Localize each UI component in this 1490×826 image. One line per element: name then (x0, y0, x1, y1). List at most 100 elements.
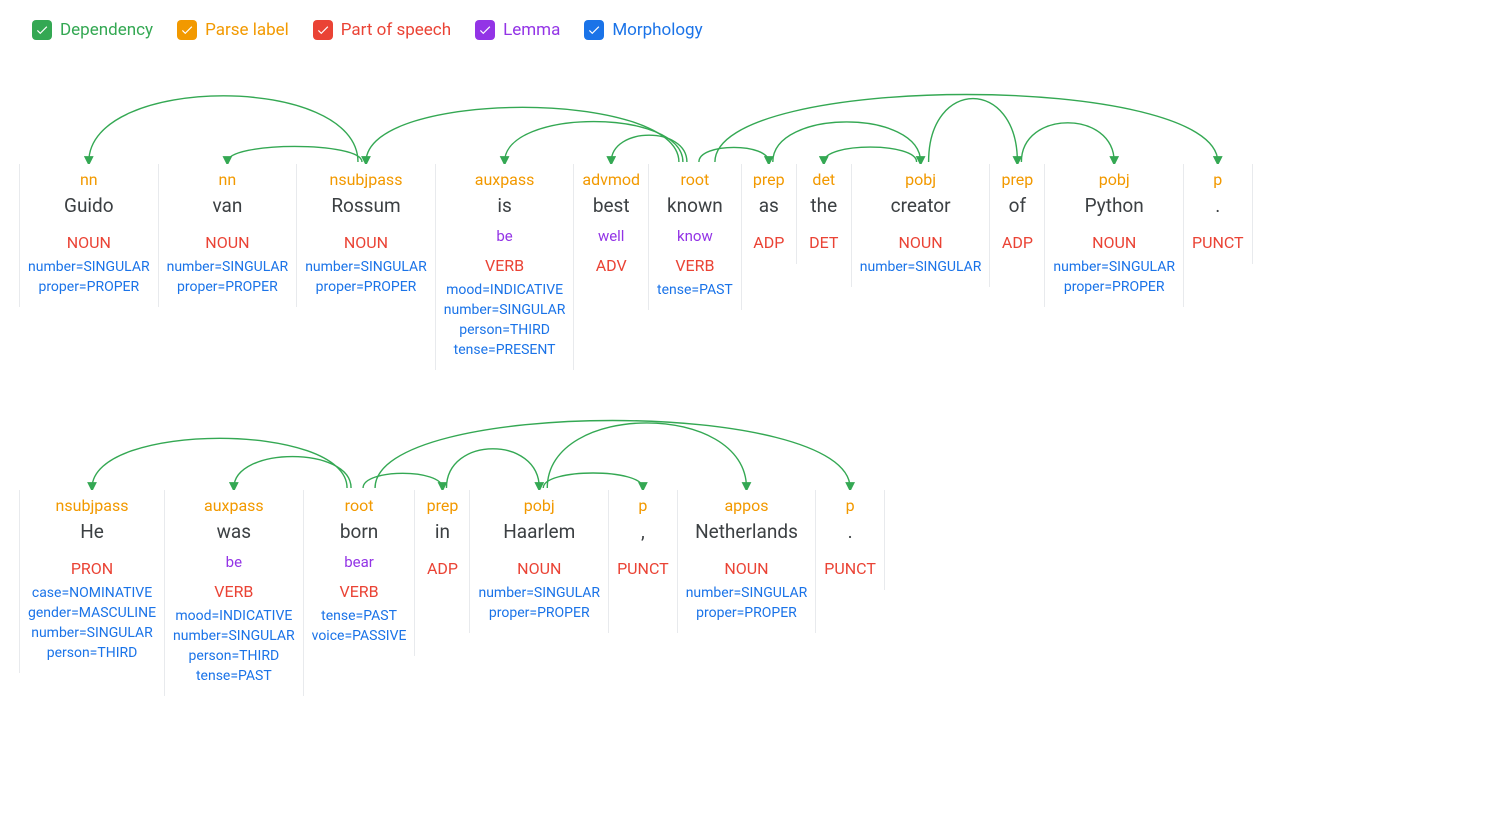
morphology-block: number=SINGULARproper=PROPER (305, 259, 427, 295)
check-icon (584, 20, 604, 40)
dependency-arc (1021, 123, 1114, 162)
part-of-speech: NOUN (205, 233, 249, 252)
token: apposNetherlandsNOUNnumber=SINGULARprope… (677, 490, 817, 633)
token-text: . (1215, 194, 1220, 219)
part-of-speech: NOUN (898, 233, 942, 252)
dependency-arc (547, 423, 746, 488)
token: prepinADP (414, 490, 470, 590)
parse-label: det (812, 170, 835, 189)
dependency-arcs (20, 390, 1470, 490)
token-text: as (759, 194, 779, 219)
morphology-feature: case=NOMINATIVE (28, 585, 156, 601)
dependency-arc (89, 96, 358, 162)
parse-label: prep (1002, 170, 1034, 189)
morphology-block: mood=INDICATIVEnumber=SINGULARperson=THI… (444, 282, 566, 358)
parse-label: pobj (1099, 170, 1130, 189)
token-text: the (810, 194, 837, 219)
morphology-feature: mood=INDICATIVE (444, 282, 566, 298)
morphology-feature: proper=PROPER (686, 605, 808, 621)
sentences-container: nnGuidoNOUNnumber=SINGULARproper=PROPERn… (20, 64, 1470, 696)
token-text: Netherlands (695, 520, 798, 545)
token: nsubjpassRossumNOUNnumber=SINGULARproper… (296, 164, 436, 307)
parse-label: nn (80, 170, 98, 189)
dependency-arc (929, 99, 1018, 162)
legend-morphology[interactable]: Morphology (584, 20, 702, 40)
morphology-feature: proper=PROPER (167, 279, 289, 295)
morphology-feature: person=THIRD (173, 648, 295, 664)
legend-lemma[interactable]: Lemma (475, 20, 560, 40)
token: rootknownknowVERBtense=PAST (648, 164, 742, 310)
token: pobjPythonNOUNnumber=SINGULARproper=PROP… (1044, 164, 1184, 307)
part-of-speech: VERB (340, 582, 379, 601)
morphology-block: number=SINGULARproper=PROPER (478, 585, 600, 621)
legend-parse-label[interactable]: Parse label (177, 20, 289, 40)
parse-label: auxpass (204, 496, 264, 515)
part-of-speech: NOUN (517, 559, 561, 578)
parse-label: pobj (524, 496, 555, 515)
lemma: well (598, 227, 625, 245)
token: pobj Haarlem NOUN number=SINGULARproper=PRO… (469, 490, 609, 633)
token-text: is (497, 194, 511, 219)
dependency-arc (366, 107, 679, 162)
check-icon (313, 20, 333, 40)
lemma: be (226, 553, 242, 571)
token: p.PUNCT (1183, 164, 1253, 264)
morphology-feature: proper=PROPER (1053, 279, 1175, 295)
part-of-speech: PRON (71, 559, 113, 578)
token-text: Haarlem (503, 520, 575, 545)
token-text: He (80, 520, 104, 545)
check-icon (177, 20, 197, 40)
morphology-block: number=SINGULARproper=PROPER (167, 259, 289, 295)
morphology-block: case=NOMINATIVEgender=MASCULINEnumber=SI… (28, 585, 156, 661)
token: prepasADP (741, 164, 797, 264)
token: auxpassisbeVERBmood=INDICATIVEnumber=SIN… (435, 164, 575, 370)
lemma: be (496, 227, 512, 245)
lemma: bear (344, 553, 374, 571)
part-of-speech: ADV (596, 256, 627, 275)
morphology-block: number=SINGULARproper=PROPER (1053, 259, 1175, 295)
token-text: born (340, 520, 378, 545)
part-of-speech: ADP (1002, 233, 1033, 252)
parse-label: p (1213, 170, 1222, 189)
token-row: nsubjpassHePRONcase=NOMINATIVEgender=MAS… (20, 490, 1470, 696)
morphology-feature: proper=PROPER (305, 279, 427, 295)
check-icon (32, 20, 52, 40)
morphology-block: number=SINGULAR (860, 259, 982, 275)
part-of-speech: PUNCT (824, 559, 876, 578)
legend-dependency[interactable]: Dependency (32, 20, 153, 40)
part-of-speech: PUNCT (617, 559, 669, 578)
legend-label: Dependency (60, 20, 153, 40)
dependency-arc (773, 122, 921, 162)
morphology-feature: gender=MASCULINE (28, 605, 156, 621)
morphology-feature: number=SINGULAR (173, 628, 295, 644)
morphology-feature: tense=PAST (312, 608, 407, 624)
legend-label: Parse label (205, 20, 289, 40)
part-of-speech: ADP (753, 233, 784, 252)
sentence: nsubjpassHePRONcase=NOMINATIVEgender=MAS… (20, 390, 1470, 696)
part-of-speech: VERB (675, 256, 714, 275)
token: prep of ADP (989, 164, 1045, 264)
token-text: , (641, 520, 645, 545)
legend-pos[interactable]: Part of speech (313, 20, 451, 40)
part-of-speech: VERB (485, 256, 524, 275)
token-text: known (667, 194, 723, 219)
morphology-feature: person=THIRD (28, 645, 156, 661)
token: p,PUNCT (608, 490, 678, 590)
part-of-speech: ADP (427, 559, 458, 578)
token-text: of (1009, 194, 1026, 219)
token: dettheDET (796, 164, 852, 264)
token: nnvanNOUNnumber=SINGULARproper=PROPER (158, 164, 298, 307)
token: nsubjpassHePRONcase=NOMINATIVEgender=MAS… (19, 490, 165, 673)
token: rootbornbearVERBtense=PASTvoice=PASSIVE (303, 490, 416, 656)
dependency-arc (715, 95, 1218, 163)
morphology-feature: voice=PASSIVE (312, 628, 407, 644)
token-text: creator (891, 194, 951, 219)
token: auxpasswasbeVERBmood=INDICATIVEnumber=SI… (164, 490, 304, 696)
morphology-feature: number=SINGULAR (686, 585, 808, 601)
parse-label: p (846, 496, 855, 515)
legend-label: Morphology (612, 20, 702, 40)
dependency-arc (543, 473, 643, 488)
morphology-feature: tense=PAST (657, 282, 733, 298)
token: advmodbestwellADV (573, 164, 649, 287)
morphology-feature: number=SINGULAR (478, 585, 600, 601)
